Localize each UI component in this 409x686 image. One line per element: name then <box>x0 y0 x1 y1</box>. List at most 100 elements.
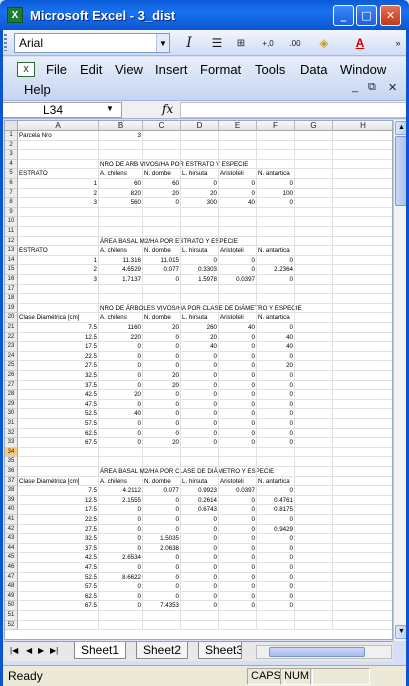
grid-cell[interactable] <box>181 303 219 314</box>
grid-cell[interactable]: 0 <box>219 390 257 400</box>
grid-cell[interactable] <box>219 217 257 227</box>
grid-cell[interactable]: 0 <box>181 563 219 573</box>
grid-cell[interactable] <box>181 467 219 477</box>
grid-cell[interactable] <box>181 620 219 631</box>
grid-cell[interactable] <box>333 246 392 256</box>
grid-cell[interactable]: 0 <box>257 572 295 583</box>
grid-cell[interactable]: L. hirsuta <box>181 313 219 323</box>
excel-app-icon[interactable]: X <box>7 7 23 23</box>
grid-cell[interactable] <box>295 284 333 295</box>
grid-cell[interactable]: NRO DE ARB VIVOS/HA POR ESTRATO Y ESPECI… <box>99 159 248 170</box>
grid-cell[interactable]: 0 <box>99 534 143 544</box>
grid-cell[interactable]: 0.9923 <box>181 486 219 496</box>
grid-cell[interactable]: 560 <box>99 198 143 208</box>
grid-cell[interactable]: 0 <box>143 275 181 285</box>
grid-cell[interactable]: 0 <box>257 275 295 285</box>
grid-cell[interactable] <box>99 294 143 304</box>
grid-cell[interactable]: 0 <box>257 371 295 381</box>
grid-cell[interactable] <box>333 333 392 343</box>
grid-cell[interactable]: 0.4761 <box>257 495 295 506</box>
grid-cell[interactable]: A. chilens <box>99 169 143 179</box>
grid-cell[interactable] <box>333 486 392 496</box>
grid-cell[interactable]: 0 <box>257 198 295 208</box>
grid-cell[interactable]: 57.5 <box>18 419 99 429</box>
grid-cell[interactable]: 8.6622 <box>99 572 143 583</box>
doc-restore-icon[interactable]: ⧉ <box>368 81 376 94</box>
grid-cell[interactable]: 0 <box>219 419 257 429</box>
grid-cell[interactable]: 20 <box>143 380 181 391</box>
row-header[interactable]: 44 <box>5 543 18 554</box>
grid-cell[interactable]: 47.5 <box>18 399 99 410</box>
grid-cell[interactable] <box>295 611 333 621</box>
grid-cell[interactable]: 0 <box>219 371 257 381</box>
grid-cell[interactable]: 1 <box>18 179 99 189</box>
row-header[interactable]: 10 <box>5 217 18 227</box>
column-header-b[interactable]: B <box>99 121 143 131</box>
grid-cell[interactable]: 2.1555 <box>99 495 143 506</box>
grid-cell[interactable]: ÁREA BASAL M2/HA POR CLASE DE DIÁMETRO Y… <box>99 467 274 477</box>
chevron-down-icon[interactable]: ▼ <box>156 34 169 52</box>
row-header[interactable]: 1 <box>5 131 18 141</box>
grid-cell[interactable] <box>257 303 295 314</box>
row-header[interactable]: 33 <box>5 438 18 448</box>
grid-cell[interactable]: 52.5 <box>18 409 99 419</box>
grid-cell[interactable] <box>181 236 219 247</box>
grid-cell[interactable]: 20 <box>143 371 181 381</box>
italic-button[interactable]: I <box>182 33 196 53</box>
grid-cell[interactable] <box>99 150 143 160</box>
grid-cell[interactable] <box>181 284 219 295</box>
grid-cell[interactable]: 0.077 <box>143 265 181 275</box>
row-header[interactable]: 30 <box>5 409 18 419</box>
grid-cell[interactable]: 0 <box>257 563 295 573</box>
grid-cell[interactable] <box>257 447 295 458</box>
doc-minimize-icon[interactable]: _ <box>352 81 358 93</box>
grid-cell[interactable]: 0 <box>219 361 257 371</box>
grid-cell[interactable]: 37.5 <box>18 543 99 554</box>
grid-cell[interactable]: 0 <box>143 582 181 592</box>
grid-cell[interactable] <box>143 294 181 304</box>
grid-cell[interactable]: 0 <box>181 438 219 448</box>
grid-cell[interactable] <box>333 621 392 631</box>
grid-cell[interactable] <box>18 207 99 218</box>
grid-cell[interactable]: Clase Diamétrica [cm] <box>18 313 99 323</box>
grid-cell[interactable] <box>295 303 333 314</box>
grid-cell[interactable] <box>295 313 333 323</box>
grid-cell[interactable]: 0 <box>143 572 181 583</box>
grid-cell[interactable] <box>295 553 333 563</box>
row-header[interactable]: 12 <box>5 236 18 247</box>
row-header[interactable]: 20 <box>5 313 18 323</box>
grid-cell[interactable] <box>333 179 392 189</box>
grid-cell[interactable] <box>333 525 392 535</box>
grid-cell[interactable] <box>181 159 219 170</box>
grid-cell[interactable]: 0 <box>181 371 219 381</box>
grid-cell[interactable]: 42.5 <box>18 553 99 563</box>
grid-cell[interactable] <box>257 457 295 467</box>
grid-cell[interactable] <box>295 505 333 515</box>
formula-input[interactable] <box>180 102 407 118</box>
grid-cell[interactable] <box>333 169 392 179</box>
column-header-f[interactable]: F <box>257 121 295 131</box>
grid-cell[interactable]: 0.2614 <box>181 495 219 506</box>
grid-cell[interactable] <box>219 140 257 151</box>
grid-cell[interactable]: 0 <box>99 515 143 525</box>
grid-cell[interactable]: 300 <box>181 198 219 208</box>
grid-cell[interactable] <box>295 371 333 381</box>
grid-cell[interactable] <box>143 236 181 247</box>
grid-cell[interactable] <box>295 227 333 237</box>
grid-cell[interactable]: 0 <box>181 515 219 525</box>
grid-cell[interactable] <box>295 179 333 189</box>
grid-cell[interactable] <box>219 620 257 631</box>
grid-cell[interactable]: 0 <box>181 601 219 611</box>
grid-cell[interactable]: 40 <box>257 342 295 352</box>
grid-cell[interactable] <box>333 419 392 429</box>
grid-cell[interactable] <box>333 409 392 419</box>
menu-view[interactable]: View <box>115 62 143 77</box>
grid-cell[interactable]: 47.5 <box>18 563 99 573</box>
grid-cell[interactable] <box>18 227 99 237</box>
row-header[interactable]: 38 <box>5 486 18 496</box>
grid-cell[interactable] <box>333 544 392 554</box>
grid-cell[interactable]: 0 <box>257 179 295 189</box>
grid-cell[interactable] <box>219 236 257 247</box>
menu-window[interactable]: Window <box>340 62 386 77</box>
grid-cell[interactable]: 0 <box>219 601 257 611</box>
